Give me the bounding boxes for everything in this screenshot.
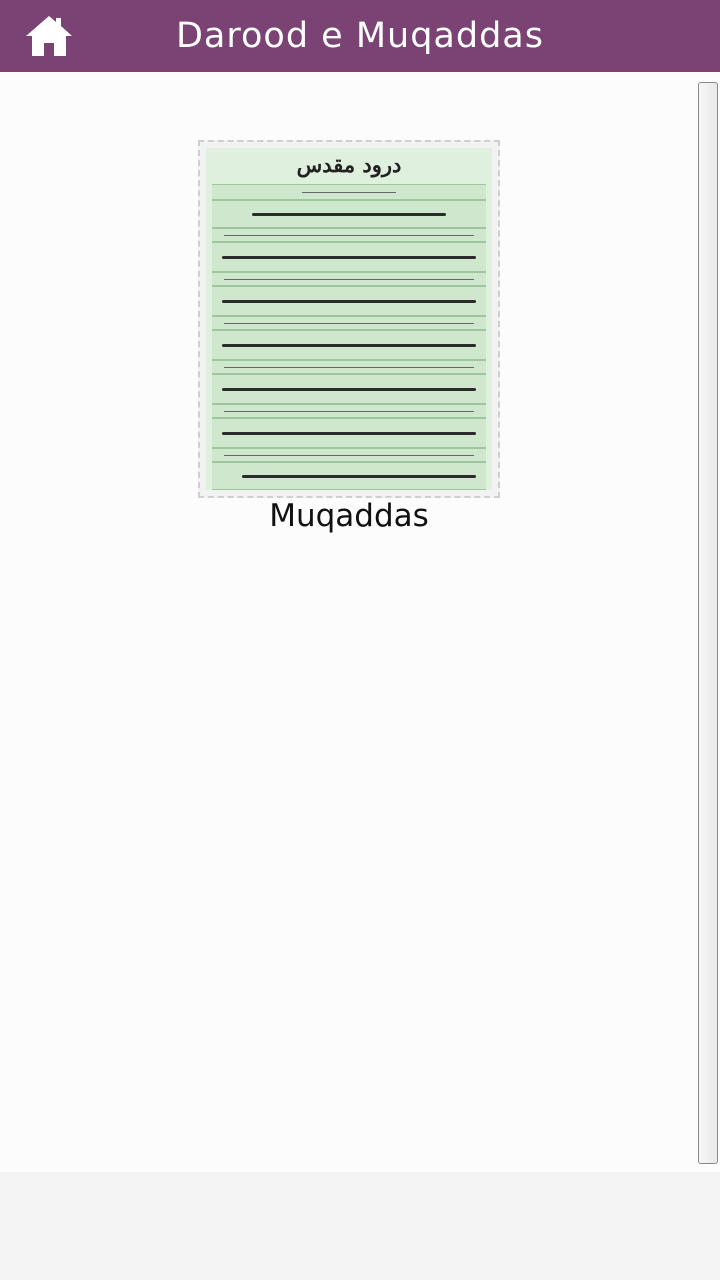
darood-card[interactable]: درود مقدس — [198, 140, 500, 498]
page-title: Darood e Muqaddas — [175, 16, 544, 56]
image-text-row — [212, 418, 486, 448]
image-text-row — [212, 374, 486, 404]
image-text-row — [212, 228, 486, 242]
scrollbar[interactable] — [698, 82, 718, 1164]
image-text-row — [212, 200, 486, 228]
image-text-row — [212, 242, 486, 272]
image-text-row — [212, 462, 486, 490]
image-text-row — [212, 316, 486, 330]
image-text-row — [212, 404, 486, 418]
image-text-row — [212, 330, 486, 360]
image-text-row — [212, 184, 486, 200]
image-text-row — [212, 360, 486, 374]
image-heading: درود مقدس — [296, 152, 402, 177]
image-text-row — [212, 272, 486, 286]
image-caption: Muqaddas — [269, 498, 429, 534]
image-text-row — [212, 448, 486, 462]
darood-image-content: درود مقدس — [206, 148, 492, 490]
app-header: Darood e Muqaddas — [0, 0, 720, 72]
darood-image[interactable]: درود مقدس — [198, 140, 500, 498]
image-text-row — [212, 286, 486, 316]
